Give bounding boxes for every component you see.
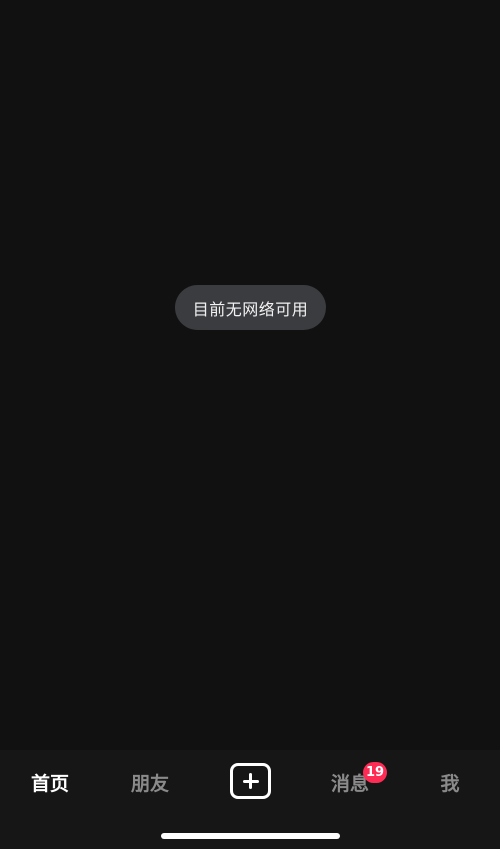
tab-home-label: 首页 <box>30 772 69 795</box>
home-indicator[interactable] <box>161 833 340 839</box>
tab-friends-label: 朋友 <box>130 772 169 795</box>
tab-me-label: 我 <box>440 772 460 795</box>
tab-friends[interactable]: 朋友 <box>115 765 185 799</box>
create-button[interactable] <box>230 763 271 799</box>
tab-home[interactable]: 首页 <box>15 765 85 799</box>
plus-icon <box>242 773 259 789</box>
app-screen: 目前无网络可用 首页 朋友 消息 我 19 <box>0 0 500 849</box>
no-network-toast: 目前无网络可用 <box>175 285 326 330</box>
messages-count-badge: 19 <box>363 762 388 783</box>
toast-message: 目前无网络可用 <box>192 299 309 319</box>
tab-me[interactable]: 我 <box>415 765 485 799</box>
video-feed-area[interactable]: 目前无网络可用 <box>0 0 500 750</box>
